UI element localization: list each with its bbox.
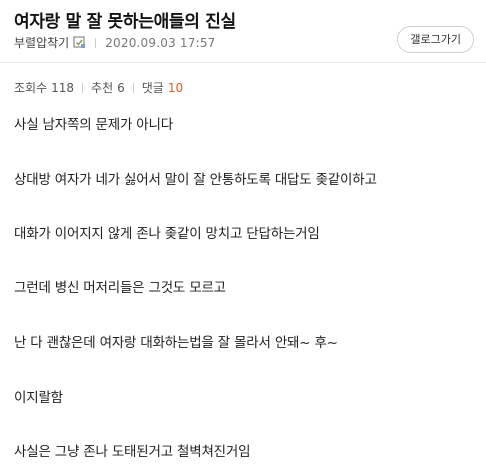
post-meta: 부렬압착기 2020.09.03 17:57 <box>14 34 216 51</box>
recommend-count: 6 <box>117 80 125 95</box>
post-stats: 조회수 118 추천 6 댓글 10 <box>14 79 183 96</box>
content-line: 상대방 여자가 네가 싫어서 말이 잘 안통하도록 대답도 좆같이하고 <box>14 172 377 188</box>
post-date: 2020.09.03 17:57 <box>105 35 216 50</box>
post-title: 여자랑 말 잘 못하는애들의 진실 <box>14 12 236 32</box>
content-line: 대화가 이어지지 않게 존나 좆같이 망치고 단답하는거임 <box>14 226 320 242</box>
comments-count[interactable]: 10 <box>168 81 183 95</box>
stats-divider <box>132 82 134 93</box>
recommend-label: 추천 <box>91 81 114 95</box>
stats-divider <box>82 82 84 93</box>
content-line: 이지랄함 <box>14 390 63 406</box>
post-header: 여자랑 말 잘 못하는애들의 진실 부렬압착기 2020.09.03 17:57… <box>0 0 486 63</box>
meta-divider <box>95 37 97 48</box>
comments-label[interactable]: 댓글 <box>142 79 164 96</box>
author-name[interactable]: 부렬압착기 <box>14 34 69 51</box>
content-line: 사실은 그냥 존나 도태된거고 철벽쳐진거임 <box>14 444 251 460</box>
content-line: 난 다 괜찮은데 여자랑 대화하는법을 잘 몰라서 안돼~ 후~ <box>14 335 338 351</box>
content-line: 그런데 병신 머저리들은 그것도 모르고 <box>14 280 226 296</box>
views-label: 조회수 <box>14 81 48 95</box>
content-line: 사실 남자쪽의 문제가 아니다 <box>14 117 173 133</box>
views-count: 118 <box>51 80 75 95</box>
level-badge-icon <box>73 36 86 49</box>
gallog-button[interactable]: 갤로그가기 <box>397 26 474 53</box>
